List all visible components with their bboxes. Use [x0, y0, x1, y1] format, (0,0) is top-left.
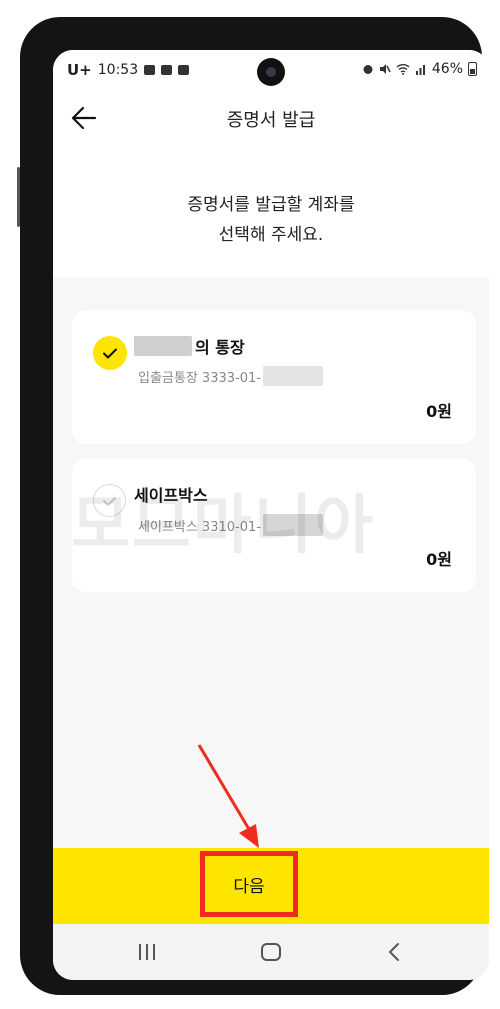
next-button-label: 다음 — [233, 876, 265, 897]
home-icon[interactable] — [231, 924, 311, 980]
next-button-highlight: 다음 — [200, 851, 298, 917]
back-icon[interactable] — [353, 924, 433, 980]
next-button[interactable]: 다음 — [53, 848, 489, 924]
annotation-arrow — [197, 744, 259, 848]
system-nav-bar — [53, 924, 489, 980]
screen: U+ 10:53 46% 증명서 발급 증명서를 발급할 계좌를 선택해 주세요… — [53, 50, 489, 980]
phone-frame: U+ 10:53 46% 증명서 발급 증명서를 발급할 계좌를 선택해 주세요… — [17, 17, 489, 995]
recent-apps-icon[interactable] — [109, 924, 189, 980]
